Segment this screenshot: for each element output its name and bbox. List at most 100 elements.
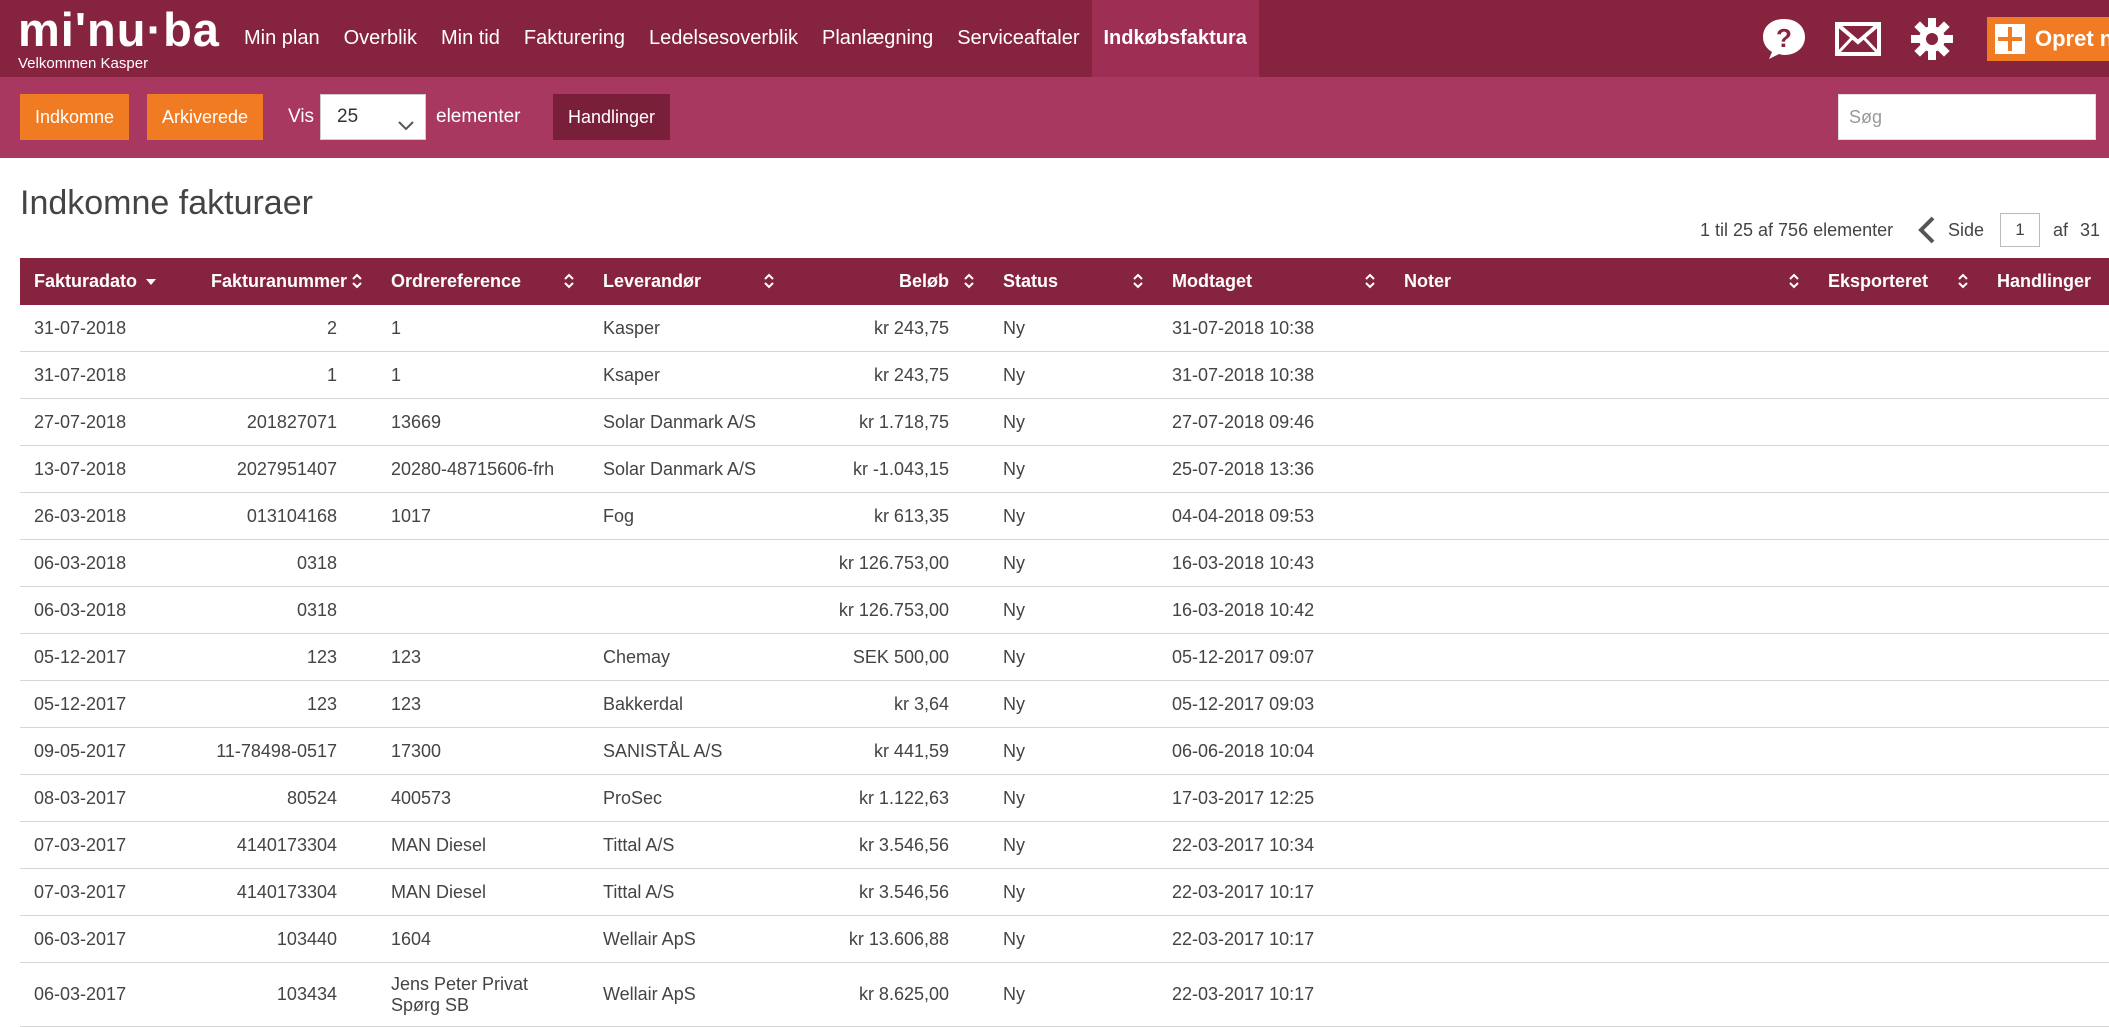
- column-header-number[interactable]: Fakturanummer: [197, 258, 377, 305]
- sort-icon: [963, 273, 975, 294]
- table-row[interactable]: 05-12-2017 123 123 Bakkerdal kr 3,64 Ny 05-12-…: [20, 680, 2109, 728]
- nav-serviceaftaler[interactable]: Serviceaftaler: [945, 0, 1091, 77]
- cell-order_ref: 400573: [377, 774, 589, 822]
- cell-supplier: Fog: [589, 492, 789, 540]
- cell-number: 0318: [197, 586, 377, 634]
- nav-indkobsfaktura[interactable]: Indkøbsfaktura: [1091, 0, 1259, 77]
- cell-amount: kr 3.546,56: [789, 868, 989, 916]
- cell-order_ref: [377, 539, 589, 587]
- nav-overblik[interactable]: Overblik: [332, 0, 429, 77]
- mail-icon[interactable]: [1828, 0, 1888, 77]
- cell-status: Ny: [989, 727, 1158, 775]
- cell-order_ref: 20280-48715606-frh: [377, 445, 589, 493]
- logo[interactable]: mi'nu·ba Velkommen Kasper: [18, 6, 220, 73]
- cell-amount: kr 1.122,63: [789, 774, 989, 822]
- table-row[interactable]: 06-03-2017 103434 Jens Peter Privat Spørg …: [20, 962, 2109, 1027]
- column-header-received[interactable]: Modtaget: [1158, 258, 1390, 305]
- table-row[interactable]: 09-05-2017 11-78498-0517 17300 SANISTÅL A/S…: [20, 727, 2109, 775]
- table-body: 31-07-2018 2 1 Kasper kr 243,75 Ny 31-07-2018 …: [20, 305, 2109, 1027]
- cell-date: 27-07-2018: [20, 398, 197, 446]
- cell-status: Ny: [989, 962, 1158, 1027]
- cell-amount: kr 243,75: [789, 305, 989, 352]
- cell-notes: [1390, 680, 1814, 728]
- cell-received: 04-04-2018 09:53: [1158, 492, 1390, 540]
- cell-amount: kr 1.718,75: [789, 398, 989, 446]
- table-row[interactable]: 31-07-2018 1 1 Ksaper kr 243,75 Ny 31-07-2018 …: [20, 351, 2109, 399]
- cell-status: Ny: [989, 445, 1158, 493]
- cell-supplier: SANISTÅL A/S: [589, 727, 789, 775]
- table-row[interactable]: 07-03-2017 4140173304 MAN Diesel Tittal A/S…: [20, 868, 2109, 916]
- column-header-amount[interactable]: Beløb: [789, 258, 989, 305]
- gear-icon[interactable]: [1902, 0, 1962, 77]
- column-header-label: Leverandør: [603, 271, 702, 291]
- table-row[interactable]: 06-03-2018 0318 kr 126.753,00 Ny 16-03-2018 …: [20, 586, 2109, 634]
- table-row[interactable]: 06-03-2018 0318 kr 126.753,00 Ny 16-03-2018 …: [20, 539, 2109, 587]
- cell-notes: [1390, 305, 1814, 352]
- cell-exported: [1814, 586, 1983, 634]
- incoming-button[interactable]: Indkomne: [20, 94, 130, 140]
- prev-page-icon[interactable]: [1916, 210, 1938, 264]
- cell-notes: [1390, 492, 1814, 540]
- archived-button[interactable]: Arkiverede: [147, 94, 264, 140]
- cell-status: Ny: [989, 539, 1158, 587]
- table-row[interactable]: 27-07-2018 201827071 13669 Solar Danmark A/…: [20, 398, 2109, 446]
- cell-number: 103434: [197, 962, 377, 1027]
- svg-text:?: ?: [1776, 23, 1792, 53]
- table-row[interactable]: 07-03-2017 4140173304 MAN Diesel Tittal A/S…: [20, 821, 2109, 869]
- cell-actions: [1983, 351, 2109, 399]
- cell-date: 31-07-2018: [20, 351, 197, 399]
- cell-number: 2: [197, 305, 377, 352]
- cell-actions: [1983, 915, 2109, 963]
- cell-received: 16-03-2018 10:42: [1158, 586, 1390, 634]
- nav-planlaegning[interactable]: Planlægning: [810, 0, 945, 77]
- page-number-input[interactable]: [2000, 213, 2040, 247]
- cell-actions: [1983, 539, 2109, 587]
- cell-exported: [1814, 774, 1983, 822]
- create-new-button[interactable]: Opret n: [1987, 17, 2109, 61]
- cell-notes: [1390, 445, 1814, 493]
- cell-order_ref: 1604: [377, 915, 589, 963]
- column-header-exported[interactable]: Eksporteret: [1814, 258, 1983, 305]
- cell-notes: [1390, 915, 1814, 963]
- cell-actions: [1983, 633, 2109, 681]
- column-header-notes[interactable]: Noter: [1390, 258, 1814, 305]
- cell-date: 05-12-2017: [20, 680, 197, 728]
- column-header-actions[interactable]: Handlinger: [1983, 258, 2109, 305]
- sort-icon: [563, 273, 575, 294]
- column-header-order_ref[interactable]: Ordrereference: [377, 258, 589, 305]
- cell-date: 06-03-2018: [20, 586, 197, 634]
- cell-status: Ny: [989, 492, 1158, 540]
- table-row[interactable]: 26-03-2018 013104168 1017 Fog kr 613,35 Ny 04-…: [20, 492, 2109, 540]
- actions-button[interactable]: Handlinger: [553, 94, 671, 140]
- cell-status: Ny: [989, 586, 1158, 634]
- nav-min-tid[interactable]: Min tid: [429, 0, 512, 77]
- cell-amount: kr 613,35: [789, 492, 989, 540]
- column-header-date[interactable]: Fakturadato: [20, 258, 197, 305]
- main-menu: Min plan Overblik Min tid Fakturering Ledels…: [232, 0, 1259, 77]
- search-input[interactable]: [1838, 94, 2096, 140]
- nav-min-plan[interactable]: Min plan: [232, 0, 332, 77]
- cell-exported: [1814, 305, 1983, 352]
- cell-order_ref: 1017: [377, 492, 589, 540]
- table-row[interactable]: 31-07-2018 2 1 Kasper kr 243,75 Ny 31-07-2018 …: [20, 305, 2109, 352]
- cell-amount: kr 13.606,88: [789, 915, 989, 963]
- table-row[interactable]: 08-03-2017 80524 400573 ProSec kr 1.122,63 Ny…: [20, 774, 2109, 822]
- cell-exported: [1814, 398, 1983, 446]
- cell-notes: [1390, 868, 1814, 916]
- cell-order_ref: [377, 586, 589, 634]
- cell-received: 17-03-2017 12:25: [1158, 774, 1390, 822]
- nav-ledelsesoverblik[interactable]: Ledelsesoverblik: [637, 0, 810, 77]
- cell-supplier: Wellair ApS: [589, 962, 789, 1027]
- column-header-supplier[interactable]: Leverandør: [589, 258, 789, 305]
- sort-icon: [1364, 273, 1376, 294]
- table-row[interactable]: 06-03-2017 103440 1604 Wellair ApS kr 13.606…: [20, 915, 2109, 963]
- cell-status: Ny: [989, 351, 1158, 399]
- table-row[interactable]: 05-12-2017 123 123 Chemay SEK 500,00 Ny 05-12-…: [20, 633, 2109, 681]
- help-icon[interactable]: ?: [1754, 0, 1814, 77]
- cell-amount: kr 8.625,00: [789, 962, 989, 1027]
- column-header-label: Fakturanummer: [211, 271, 348, 291]
- table-row[interactable]: 13-07-2018 2027951407 20280-48715606-frh So…: [20, 445, 2109, 493]
- nav-fakturering[interactable]: Fakturering: [512, 0, 637, 77]
- page-size-select[interactable]: 25: [320, 94, 426, 140]
- column-header-status[interactable]: Status: [989, 258, 1158, 305]
